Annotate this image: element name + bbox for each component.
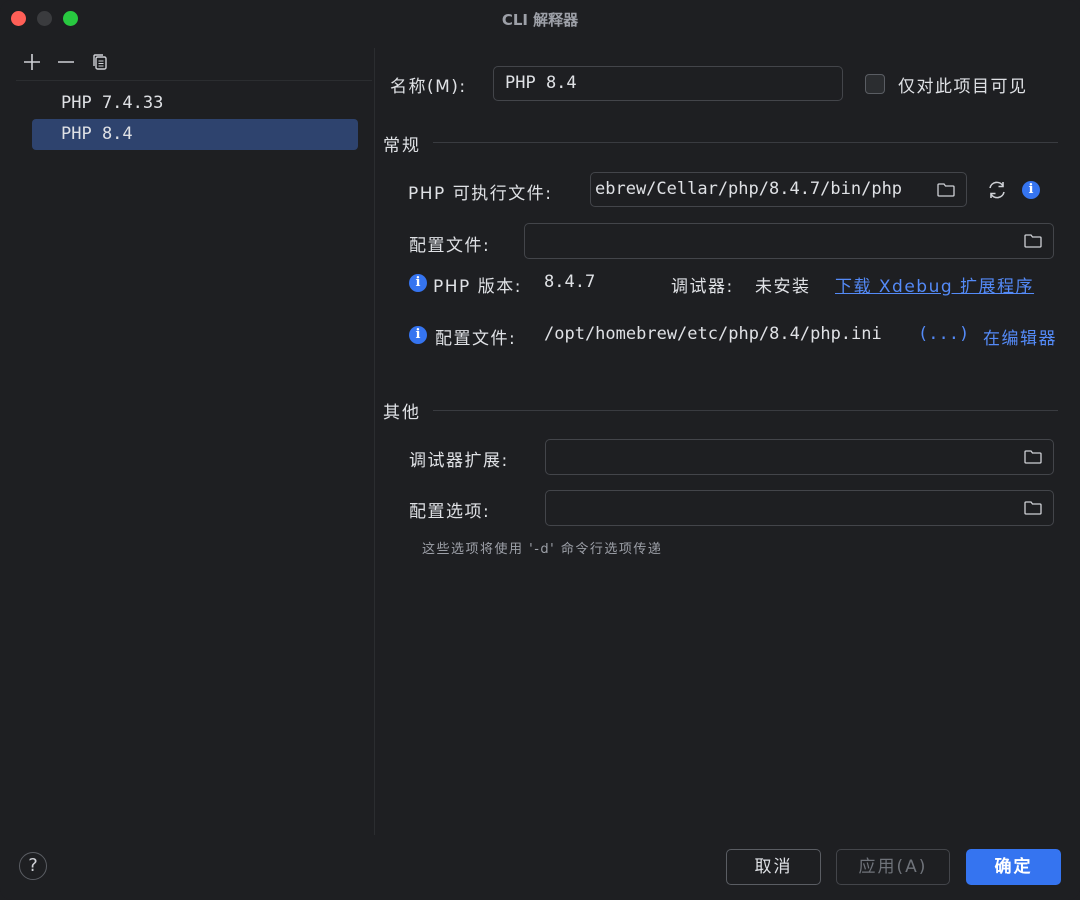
toolbar-divider	[16, 80, 372, 81]
php-exec-input[interactable]: ebrew/Cellar/php/8.4.7/bin/php	[590, 172, 967, 207]
php-exec-value: ebrew/Cellar/php/8.4.7/bin/php	[595, 179, 903, 199]
help-icon: ?	[28, 855, 38, 876]
general-section-divider	[433, 142, 1058, 143]
config-file-label: 配置文件:	[409, 236, 491, 256]
interpreter-list-panel: PHP 7.4.33 PHP 8.4	[0, 38, 374, 838]
copy-interpreter-button[interactable]	[88, 48, 112, 76]
refresh-icon[interactable]	[986, 179, 1008, 201]
folder-icon[interactable]	[1024, 450, 1042, 464]
config-file-input[interactable]	[524, 223, 1054, 259]
plus-icon	[24, 54, 40, 70]
interpreter-list: PHP 7.4.33 PHP 8.4	[32, 88, 358, 150]
visible-only-label: 仅对此项目可见	[898, 77, 1028, 97]
list-toolbar	[16, 48, 374, 78]
config-info-more-link[interactable]: (...)	[918, 324, 969, 344]
php-exec-label: PHP 可执行文件:	[408, 184, 553, 204]
list-item[interactable]: PHP 7.4.33	[32, 88, 358, 119]
cli-interpreter-dialog: CLI 解释器 PHP 7.4.33 PHP 8.4 名称(M): PHP 8.…	[0, 0, 1080, 900]
general-section-title: 常规	[383, 136, 421, 156]
name-input-value: PHP 8.4	[505, 73, 577, 93]
debugger-label: 调试器:	[671, 277, 734, 297]
info-icon: i	[409, 274, 427, 292]
other-section-divider	[433, 410, 1058, 411]
config-options-input[interactable]	[545, 490, 1054, 526]
name-label: 名称(M):	[390, 77, 467, 97]
folder-icon[interactable]	[1024, 234, 1042, 248]
config-options-hint: 这些选项将使用 '-d' 命令行选项传递	[422, 542, 663, 557]
folder-icon[interactable]	[937, 183, 955, 197]
other-section-title: 其他	[383, 403, 421, 423]
list-item-selected[interactable]: PHP 8.4	[32, 119, 358, 150]
config-info-label: 配置文件:	[435, 329, 517, 349]
copy-icon	[93, 54, 107, 70]
php-version-value: 8.4.7	[544, 272, 596, 292]
name-input[interactable]: PHP 8.4	[493, 66, 843, 101]
add-interpreter-button[interactable]	[20, 48, 44, 76]
info-icon[interactable]: i	[1022, 181, 1040, 199]
config-options-label: 配置选项:	[409, 502, 491, 522]
download-xdebug-link[interactable]: 下载 Xdebug 扩展程序	[835, 272, 1034, 297]
debugger-ext-input[interactable]	[545, 439, 1054, 475]
php-version-label: PHP 版本:	[433, 277, 522, 297]
info-icon: i	[409, 326, 427, 344]
interpreter-settings: 名称(M): PHP 8.4 仅对此项目可见 常规 PHP 可执行文件: ebr…	[375, 38, 1080, 838]
open-in-editor-link[interactable]: 在编辑器	[983, 324, 1080, 349]
ok-button[interactable]: 确定	[966, 849, 1061, 885]
debugger-ext-label: 调试器扩展:	[409, 451, 509, 471]
apply-button[interactable]: 应用(A)	[836, 849, 950, 885]
title-bar: CLI 解释器	[0, 0, 1080, 38]
minus-icon	[58, 61, 74, 63]
help-button[interactable]: ?	[19, 852, 47, 880]
debugger-value: 未安装	[755, 277, 811, 297]
visible-only-checkbox[interactable]	[865, 74, 885, 94]
folder-icon[interactable]	[1024, 501, 1042, 515]
remove-interpreter-button[interactable]	[54, 48, 78, 76]
window-title: CLI 解释器	[501, 11, 579, 29]
config-info-path: /opt/homebrew/etc/php/8.4/php.ini	[544, 324, 882, 344]
cancel-button[interactable]: 取消	[726, 849, 821, 885]
